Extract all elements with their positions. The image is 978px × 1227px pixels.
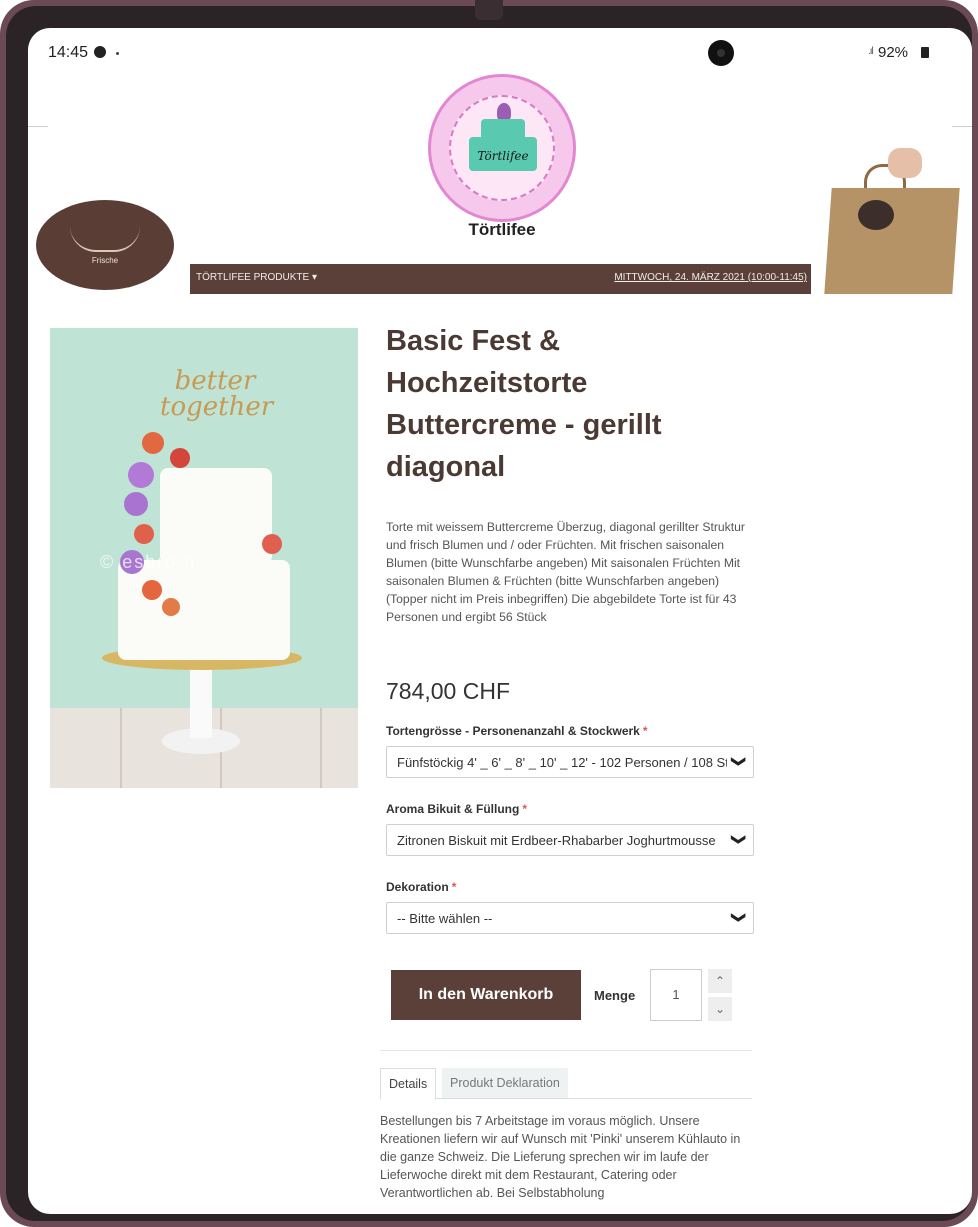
add-to-cart-button[interactable]: In den Warenkorb xyxy=(391,970,581,1020)
navbar: TÖRTLIFEE PRODUKTE ▾ MITTWOCH, 24. MÄRZ … xyxy=(190,264,811,294)
logo-inner-ring: Törtlifee xyxy=(449,95,555,201)
quantity-decrease-button[interactable]: ⌄ xyxy=(708,997,732,1021)
chevron-down-icon: ❯ xyxy=(731,833,748,846)
flavor-label-text: Aroma Bikuit & Füllung xyxy=(386,802,520,816)
size-label-text: Tortengrösse - Personenanzahl & Stockwer… xyxy=(386,724,640,738)
flavor-select[interactable]: Zitronen Biskuit mit Erdbeer-Rhabarber J… xyxy=(386,824,754,856)
decoration-label: Dekoration * xyxy=(386,880,456,894)
cake-topper: better together xyxy=(160,366,274,422)
chevron-down-icon: ❯ xyxy=(731,755,748,768)
product-title: Basic Fest & Hochzeitstorte Buttercreme … xyxy=(386,325,662,483)
flower xyxy=(170,448,190,468)
screen: 14:45 .ıl 92% Törtlifee Törtlifee Frisch… xyxy=(28,28,972,1214)
bread-icon xyxy=(70,226,140,252)
cake-tier-bottom xyxy=(118,560,290,660)
bag-body xyxy=(824,188,960,294)
decoration-label-text: Dekoration xyxy=(386,880,449,894)
required-marker: * xyxy=(451,880,457,894)
chevron-down-icon: ❯ xyxy=(731,911,748,924)
size-label: Tortengrösse - Personenanzahl & Stockwer… xyxy=(386,724,648,738)
divider xyxy=(380,1050,752,1051)
product-price: 784,00 CHF xyxy=(386,678,511,704)
battery-icon xyxy=(921,47,929,58)
hand-image xyxy=(888,148,922,178)
floor-line xyxy=(120,708,122,788)
signal-icon: .ıl xyxy=(868,46,874,57)
floor-line xyxy=(320,708,322,788)
nav-products-menu[interactable]: TÖRTLIFEE PRODUKTE ▾ xyxy=(196,272,317,283)
flower xyxy=(142,432,164,454)
flower xyxy=(124,492,148,516)
size-select-value: Fünfstöckig 4' _ 6' _ 8' _ 10' _ 12' - 1… xyxy=(397,755,727,770)
required-marker: * xyxy=(522,802,528,816)
product-image[interactable]: better together © esbro h xyxy=(50,328,358,788)
image-watermark: © esbro h xyxy=(100,552,197,572)
notification-icon xyxy=(94,46,106,58)
nav-delivery-date-link[interactable]: MITTWOCH, 24. MÄRZ 2021 (10:00-11:45) xyxy=(614,272,807,283)
status-time: 14:45 xyxy=(48,44,89,61)
brand-name: Törtlifee xyxy=(468,220,536,239)
device-hinge xyxy=(475,0,503,20)
shopping-bag-cart-icon[interactable] xyxy=(820,148,960,294)
divider xyxy=(952,126,972,127)
partner-logo-text: Frische xyxy=(91,256,119,265)
quantity-label: Menge xyxy=(594,988,636,1003)
cake-tier-top xyxy=(160,468,272,564)
product-description: Torte mit weissem Buttercreme Überzug, d… xyxy=(386,520,745,624)
flower xyxy=(128,462,154,488)
flower xyxy=(262,534,282,554)
more-notifications-icon xyxy=(116,52,119,55)
quantity-increase-button[interactable]: ⌃ xyxy=(708,969,732,993)
partner-logo[interactable]: Frische xyxy=(36,200,174,290)
battery-level: 92% xyxy=(878,44,909,61)
required-marker: * xyxy=(642,724,648,738)
bag-seal-icon xyxy=(858,200,894,230)
logo-text: Törtlifee xyxy=(477,149,529,163)
decoration-select[interactable]: -- Bitte wählen -- ❯ xyxy=(386,902,754,934)
tab-details[interactable]: Details xyxy=(380,1068,437,1100)
flower xyxy=(162,598,180,616)
front-camera-icon xyxy=(708,40,734,66)
size-select[interactable]: Fünfstöckig 4' _ 6' _ 8' _ 10' _ 12' - 1… xyxy=(386,746,754,778)
flavor-select-value: Zitronen Biskuit mit Erdbeer-Rhabarber J… xyxy=(397,833,716,848)
flower xyxy=(142,580,162,600)
decoration-select-value: -- Bitte wählen -- xyxy=(397,911,493,926)
tab-product-declaration[interactable]: Produkt Deklaration xyxy=(442,1068,568,1098)
quantity-input[interactable]: 1 xyxy=(650,969,702,1021)
cake-stand-stem xyxy=(190,668,212,738)
brand-logo[interactable]: Törtlifee xyxy=(428,74,576,222)
tab-content: Bestellungen bis 7 Arbeitstage im voraus… xyxy=(380,1114,741,1200)
flavor-label: Aroma Bikuit & Füllung * xyxy=(386,802,527,816)
status-bar: 14:45 .ıl 92% xyxy=(28,28,972,76)
divider xyxy=(28,126,48,127)
flower xyxy=(134,524,154,544)
